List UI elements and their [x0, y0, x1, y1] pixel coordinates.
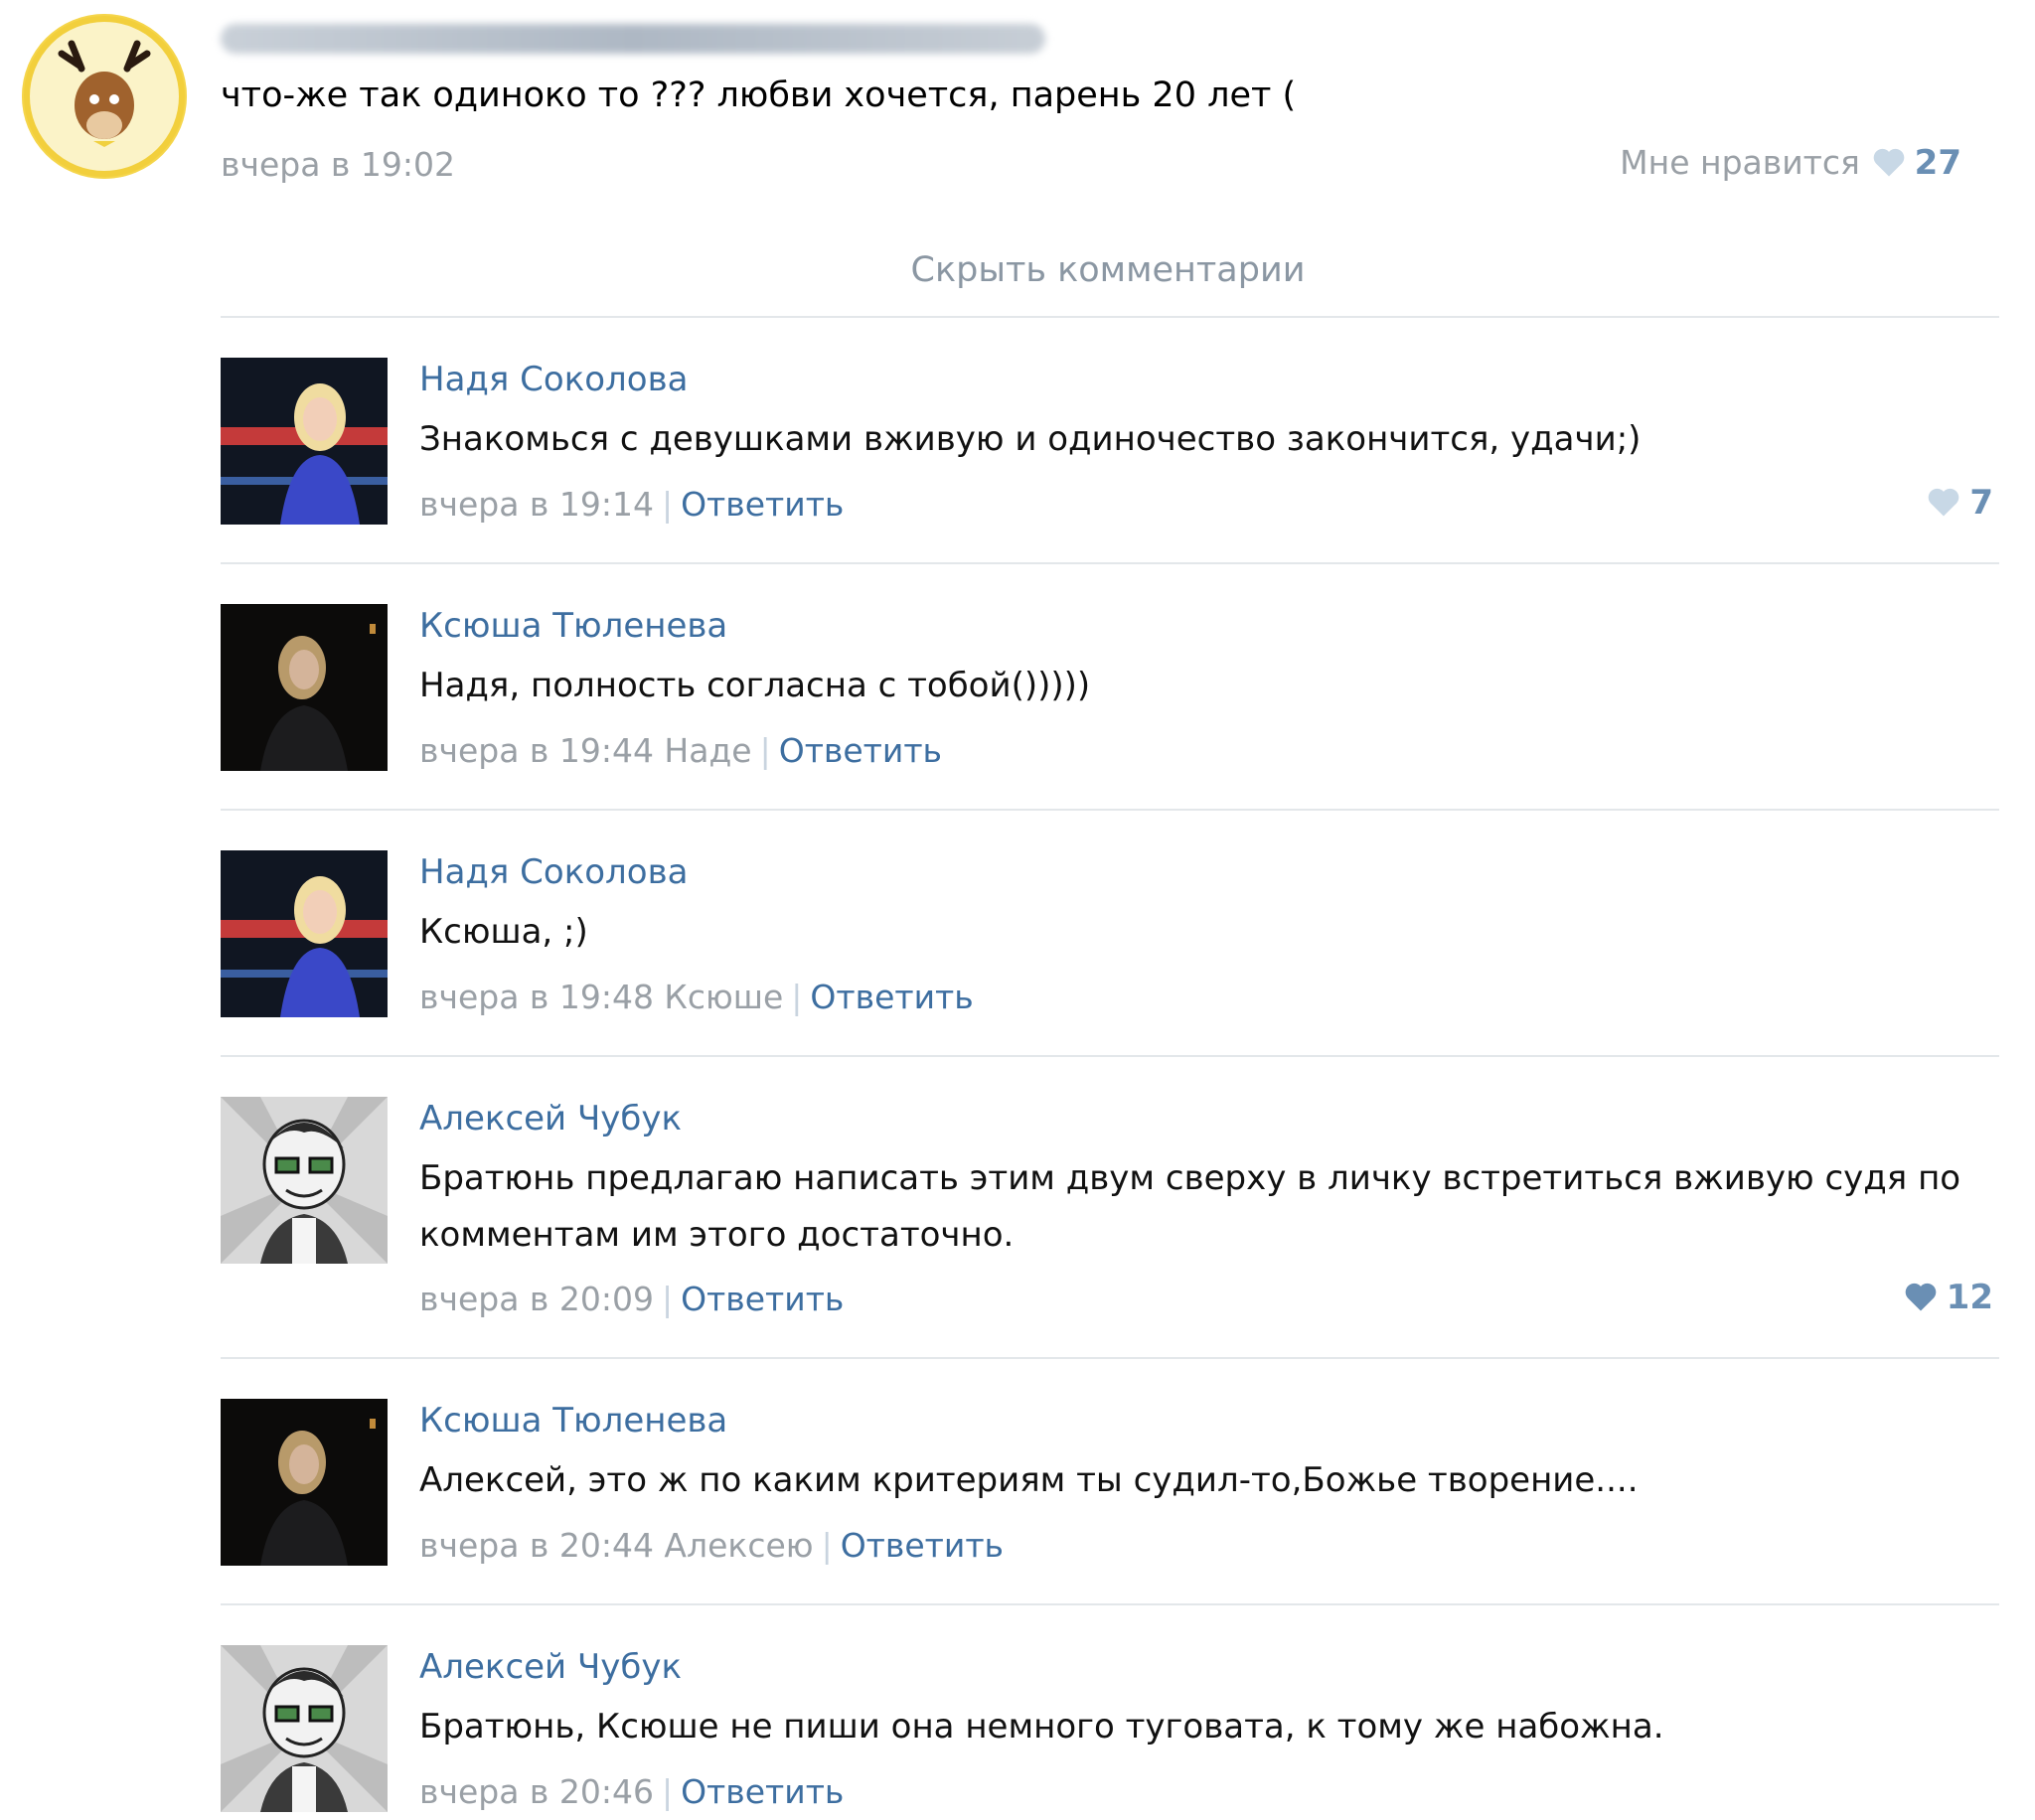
- comment-text: Алексей, это ж по каким критериям ты суд…: [419, 1460, 1639, 1500]
- avatar-photo: [221, 358, 388, 525]
- avatar-photo: [221, 1097, 388, 1264]
- comment-avatar-aleksey[interactable]: [221, 1097, 388, 1264]
- comment-author[interactable]: Ксюша Тюленева: [419, 1401, 727, 1441]
- comment-text: Братюнь предлагаю написать этим двум све…: [419, 1158, 1961, 1255]
- post-like-label: Мне нравится: [1620, 143, 1860, 182]
- comment-author[interactable]: Алексей Чубук: [419, 1647, 682, 1687]
- comment-time[interactable]: вчера в 20:46: [419, 1772, 654, 1811]
- divider: [221, 562, 1999, 564]
- post-like-button[interactable]: Мне нравится 27: [1620, 143, 1961, 183]
- comment-author[interactable]: Надя Соколова: [419, 360, 688, 399]
- divider: [221, 316, 1999, 318]
- comment-meta: вчера в 19:48 Ксюше | Ответить: [419, 978, 974, 1016]
- comment-time[interactable]: вчера в 20:09: [419, 1280, 654, 1318]
- comment-avatar-ksyusha[interactable]: [221, 604, 388, 771]
- post-text: что-же так одиноко то ??? любви хочется,…: [221, 76, 1297, 115]
- comment-like-count: 12: [1946, 1278, 1993, 1317]
- divider: [221, 1055, 1999, 1057]
- comment-time[interactable]: вчера в 20:44 Алексею: [419, 1526, 814, 1565]
- post-like-count: 27: [1914, 143, 1961, 183]
- post-time[interactable]: вчера в 19:02: [221, 145, 455, 184]
- comment-meta: вчера в 20:44 Алексею | Ответить: [419, 1526, 1004, 1565]
- comment-meta: вчера в 19:44 Наде | Ответить: [419, 731, 942, 770]
- reply-button[interactable]: Ответить: [810, 978, 973, 1016]
- post-author-avatar[interactable]: [22, 14, 187, 179]
- heart-icon: [1905, 1283, 1936, 1311]
- meta-separator: |: [759, 731, 771, 770]
- heart-icon: [1929, 488, 1959, 517]
- comment-text: Ксюша, ;): [419, 912, 588, 952]
- comment-like-count: 7: [1969, 483, 1993, 523]
- comment-like-button[interactable]: 7: [1926, 483, 1993, 523]
- divider: [221, 1357, 1999, 1359]
- avatar-photo: [221, 1645, 388, 1812]
- meta-separator: |: [791, 978, 803, 1016]
- meta-separator: |: [661, 485, 674, 524]
- meta-separator: |: [821, 1526, 833, 1565]
- reply-button[interactable]: Ответить: [779, 731, 942, 770]
- comment-avatar-ksyusha[interactable]: [221, 1399, 388, 1566]
- comment-like-button[interactable]: 12: [1903, 1278, 1993, 1317]
- meta-separator: |: [661, 1772, 674, 1811]
- comment-meta: вчера в 19:14 | Ответить: [419, 485, 844, 524]
- hide-comments-link[interactable]: Скрыть комментарии: [0, 250, 2035, 290]
- avatar-photo: [221, 850, 388, 1017]
- reply-button[interactable]: Ответить: [841, 1526, 1004, 1565]
- comment-author[interactable]: Ксюша Тюленева: [419, 606, 727, 646]
- divider: [221, 1603, 1999, 1605]
- avatar-photo: [221, 1399, 388, 1566]
- comment-author[interactable]: Надя Соколова: [419, 852, 688, 892]
- heart-icon: [1873, 148, 1904, 177]
- divider: [221, 809, 1999, 811]
- reply-button[interactable]: Ответить: [681, 1280, 844, 1318]
- comment-time[interactable]: вчера в 19:48 Ксюше: [419, 978, 783, 1016]
- comment-avatar-nadya[interactable]: [221, 850, 388, 1017]
- reply-button[interactable]: Ответить: [681, 485, 844, 524]
- comment-author[interactable]: Алексей Чубук: [419, 1099, 682, 1138]
- meta-separator: |: [661, 1280, 674, 1318]
- comment-time[interactable]: вчера в 19:44 Наде: [419, 731, 752, 770]
- comment-meta: вчера в 20:09 | Ответить: [419, 1280, 844, 1318]
- blurred-author-name: [221, 24, 1045, 54]
- reply-button[interactable]: Ответить: [681, 1772, 844, 1811]
- comment-text: Братюнь, Ксюше не пиши она немного тугов…: [419, 1707, 1664, 1746]
- comment-text: Знакомься с девушками вживую и одиночест…: [419, 419, 1642, 459]
- deer-logo-icon: [24, 16, 185, 177]
- comment-meta: вчера в 20:46 | Ответить: [419, 1772, 844, 1811]
- comment-avatar-nadya[interactable]: [221, 358, 388, 525]
- comment-time[interactable]: вчера в 19:14: [419, 485, 654, 524]
- avatar-photo: [221, 604, 388, 771]
- comment-avatar-aleksey[interactable]: [221, 1645, 388, 1812]
- comment-text: Надя, полность согласна с тобой())))): [419, 666, 1091, 705]
